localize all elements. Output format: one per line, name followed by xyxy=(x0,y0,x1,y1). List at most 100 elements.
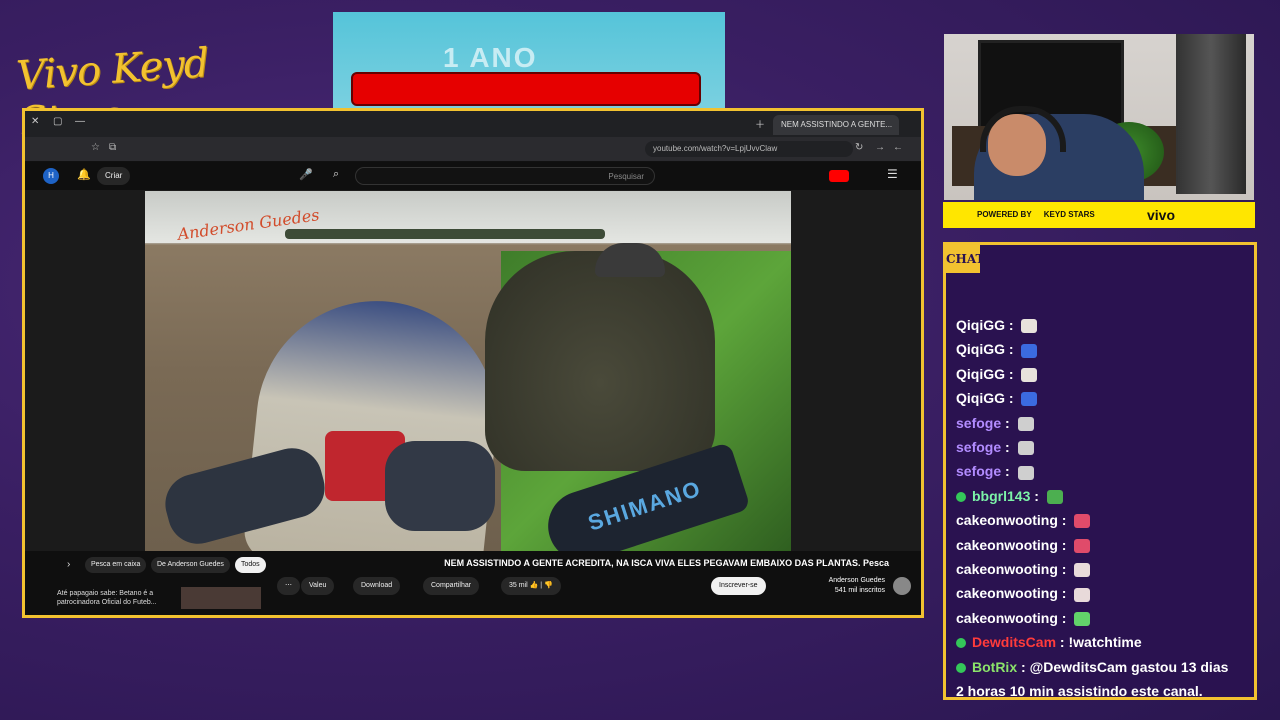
chat-message: sefoge : xyxy=(956,439,1034,456)
back-icon[interactable]: ← xyxy=(893,142,903,153)
chat-username[interactable]: DewditsCam xyxy=(972,634,1056,650)
like-count: 35 mil xyxy=(509,582,528,589)
chip-channel[interactable]: De Anderson Guedes xyxy=(151,557,230,573)
chat-separator: : xyxy=(1005,341,1018,358)
chat-username[interactable]: sefoge xyxy=(956,439,1001,455)
user-avatar[interactable]: H xyxy=(43,168,59,184)
verified-badge-icon xyxy=(956,492,966,503)
chat-message: QiqiGG : xyxy=(956,390,1038,407)
rec-thumbnail[interactable] xyxy=(181,587,261,609)
menu-icon[interactable]: ☰ xyxy=(887,167,898,181)
search-input[interactable]: Pesquisar xyxy=(355,167,655,185)
like-button[interactable]: 35 mil 👍 | 👎 xyxy=(501,577,561,595)
active-tab[interactable]: NEM ASSISTINDO A GENTE... xyxy=(773,115,899,135)
bell-icon[interactable]: 🔔 xyxy=(77,168,91,181)
more-actions-button[interactable]: ⋯ xyxy=(277,577,300,595)
youtube-header: H 🔔 Criar 🎤 ⌕ Pesquisar ☰ xyxy=(25,162,921,190)
chat-separator: : xyxy=(1057,585,1071,602)
chevron-right-icon[interactable]: › xyxy=(67,559,70,570)
chat-emote-icon xyxy=(1021,343,1038,358)
chat-emote-icon xyxy=(1074,612,1091,627)
chat-message: cakeonwooting : xyxy=(956,609,1091,627)
chat-message: cakeonwooting : xyxy=(956,512,1091,529)
chat-username[interactable]: QiqiGG xyxy=(956,317,1005,333)
webcam-feed xyxy=(944,34,1254,200)
chat-username[interactable]: cakeonwooting xyxy=(956,610,1058,626)
chat-separator: : xyxy=(1001,414,1014,431)
chip-fishing[interactable]: Pesca em caixa xyxy=(85,557,147,573)
chat-emote-icon xyxy=(1074,538,1091,553)
chat-emote-icon xyxy=(1074,587,1091,602)
chat-panel: CHAT QiqiGG : QiqiGG : QiqiGG : QiqiGG :… xyxy=(943,242,1257,700)
search-icon[interactable]: ⌕ xyxy=(333,168,339,181)
powered-by-label: POWERED BY xyxy=(977,210,1032,219)
chat-separator: : xyxy=(1057,561,1071,577)
chat-username[interactable]: cakeonwooting xyxy=(956,512,1058,528)
mic-icon[interactable]: 🎤 xyxy=(299,168,313,181)
chat-username[interactable]: cakeonwooting xyxy=(956,585,1058,601)
recommendation-item[interactable]: Até papagaio sabe: Betano é a patrocinad… xyxy=(31,587,261,611)
chat-username[interactable]: cakeonwooting xyxy=(956,537,1058,553)
chat-message: cakeonwooting : xyxy=(956,537,1091,553)
channel-info[interactable]: Anderson Guedes 541 mil inscritos xyxy=(829,576,885,596)
chat-username[interactable]: BotRix xyxy=(972,659,1017,675)
ad-red-bar xyxy=(351,72,701,106)
chat-username[interactable]: sefoge xyxy=(956,415,1001,431)
reload-icon[interactable]: ↻ xyxy=(855,142,863,153)
chat-username[interactable]: cakeonwooting xyxy=(956,561,1058,577)
forward-icon[interactable]: → xyxy=(875,142,885,153)
chat-label: CHAT xyxy=(946,245,984,273)
thanks-button[interactable]: Valeu xyxy=(301,577,335,595)
chip-all[interactable]: Todos xyxy=(235,557,266,573)
create-button[interactable]: Criar xyxy=(97,167,131,185)
download-button[interactable]: Download xyxy=(353,577,401,595)
minimize-icon[interactable]: — xyxy=(75,116,85,127)
chat-username[interactable]: sefoge xyxy=(956,463,1001,479)
chat-message: bbgrl143 : xyxy=(956,488,1063,505)
extensions-icon[interactable]: ⧉ xyxy=(109,142,116,153)
new-tab-icon[interactable]: ＋ xyxy=(755,116,765,131)
chat-username[interactable]: QiqiGG xyxy=(956,366,1005,382)
chat-emote-icon xyxy=(1021,368,1038,383)
rec-title: Até papagaio sabe: Betano é a patrocinad… xyxy=(57,590,157,606)
ad-text: 1 ANO xyxy=(443,42,538,73)
chat-message: BotRix : @DewditsCam gastou 13 dias xyxy=(956,659,1228,675)
chat-message: cakeonwooting : xyxy=(956,561,1091,578)
chat-message: QiqiGG : xyxy=(956,317,1038,334)
chat-text: @DewditsCam gastou 13 dias xyxy=(1029,658,1229,675)
chat-username[interactable]: QiqiGG xyxy=(956,390,1005,406)
chat-message: cakeonwooting : xyxy=(956,585,1091,602)
maximize-icon[interactable]: ▢ xyxy=(53,116,62,127)
chat-separator: : xyxy=(1001,439,1014,455)
chat-separator: : xyxy=(1056,634,1069,651)
channel-avatar[interactable] xyxy=(893,577,911,595)
youtube-logo-icon[interactable] xyxy=(829,170,849,182)
subscribe-button[interactable]: Inscrever-se xyxy=(711,577,766,595)
close-window-icon[interactable]: ✕ xyxy=(31,116,39,127)
subscriber-count: 541 mil inscritos xyxy=(834,587,885,594)
video-player[interactable]: SHIMANO Anderson Guedes xyxy=(145,191,791,551)
browser-toolbar: ☆ ⧉ ↻ → ← youtube.com/watch?v=LpjUvvClaw xyxy=(25,137,921,162)
chat-message: sefoge : xyxy=(956,415,1034,431)
browser-tabbar: ✕ ▢ — ＋ ✕ NEM ASSISTINDO A GENTE... xyxy=(25,111,921,137)
chat-username[interactable]: bbgrl143 xyxy=(972,488,1030,504)
chat-emote-icon xyxy=(1017,465,1034,480)
chat-separator: : xyxy=(1057,609,1071,626)
chat-emote-icon xyxy=(1017,416,1034,431)
ad-banner: 1 ANO xyxy=(333,12,725,108)
channel-name[interactable]: Anderson Guedes xyxy=(829,576,885,586)
chat-emote-icon xyxy=(1074,514,1091,529)
share-button[interactable]: Compartilhar xyxy=(423,577,480,595)
chat-message: QiqiGG : xyxy=(956,366,1038,383)
chat-emote-icon xyxy=(1074,563,1091,578)
chat-emote-icon xyxy=(1021,392,1038,407)
chat-separator: : xyxy=(1057,512,1071,529)
browser-window: ✕ ▢ — ＋ ✕ NEM ASSISTINDO A GENTE... ☆ ⧉ … xyxy=(22,108,924,618)
chat-text: !watchtime xyxy=(1068,634,1142,651)
chat-text: 2 horas 10 min assistindo este canal. xyxy=(956,683,1203,699)
star-icon[interactable]: ☆ xyxy=(91,142,100,153)
chat-username[interactable]: QiqiGG xyxy=(956,341,1005,357)
address-bar[interactable]: youtube.com/watch?v=LpjUvvClaw xyxy=(645,141,853,157)
chat-message: QiqiGG : xyxy=(956,341,1038,358)
video-title: NEM ASSISTINDO A GENTE ACREDITA, NA ISCA… xyxy=(444,558,889,568)
